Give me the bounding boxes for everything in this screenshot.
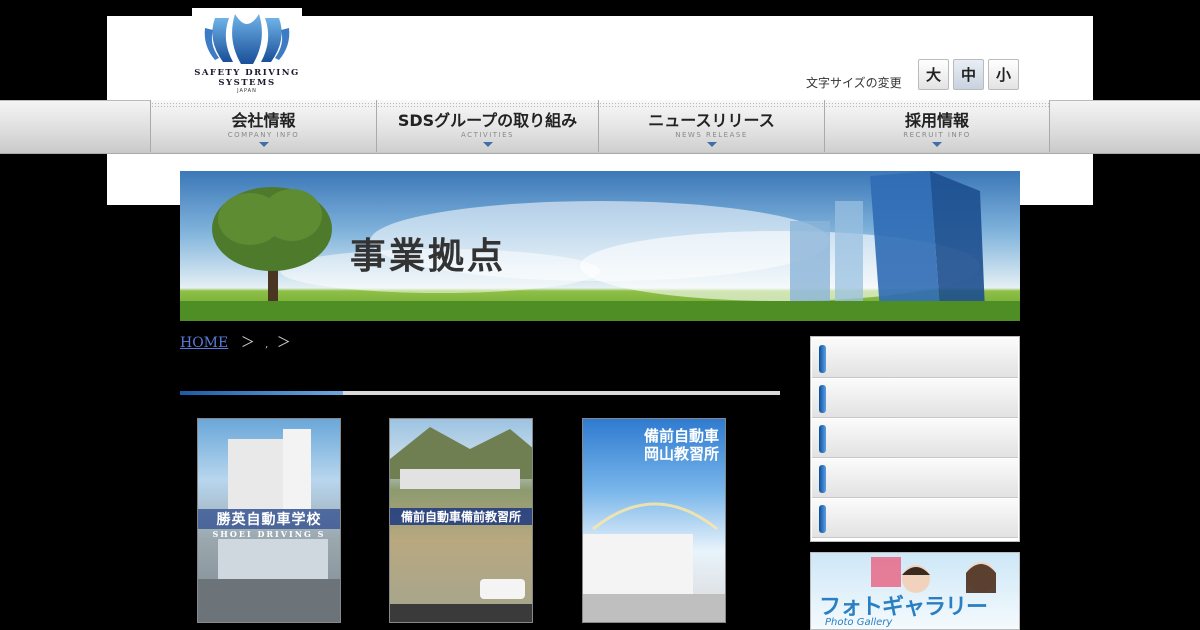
sidebar-item[interactable] (812, 499, 1018, 538)
nav-label: ニュースリリース (648, 111, 775, 130)
school-name: 勝英自動車学校 (198, 509, 340, 529)
breadcrumb-separator: ＞ (276, 335, 291, 351)
chevron-down-icon (258, 142, 269, 147)
font-size-small-button[interactable]: 小 (988, 59, 1019, 90)
school-card-bizen[interactable]: 備前自動車備前教習所 (389, 418, 533, 623)
bullet-icon (819, 465, 826, 493)
nav-label: 採用情報 (904, 111, 969, 130)
font-size-medium-button[interactable]: 中 (953, 59, 984, 90)
gallery-subtitle: Photo Gallery (825, 617, 893, 628)
bullet-icon (819, 505, 826, 533)
school-card-okayama[interactable]: 備前自動車 岡山教習所 (582, 418, 726, 623)
bullet-icon (819, 385, 826, 413)
page-title: 事業拠点 (350, 235, 507, 277)
page-banner: 事業拠点 (180, 171, 1020, 321)
font-size-label: 文字サイズの変更 (806, 76, 902, 90)
nav-label: SDSグループの取り組み (397, 111, 578, 130)
sidebar-item[interactable] (812, 459, 1018, 498)
nav-sublabel: ACTIVITIES (461, 131, 514, 139)
sidebar-item[interactable] (812, 339, 1018, 378)
photo-gallery-banner[interactable]: フォトギャラリー Photo Gallery (810, 552, 1020, 630)
breadcrumb-separator: ＞ (240, 335, 255, 351)
font-size-large-button[interactable]: 大 (918, 59, 949, 90)
school-name-line2: 岡山教習所 (643, 445, 719, 463)
section-divider (180, 391, 780, 395)
nav-sublabel: NEWS RELEASE (675, 131, 748, 139)
school-sub: SHOEI DRIVING S (212, 529, 326, 539)
company-logo[interactable]: SAFETY DRIVING SYSTEMS JAPAN (192, 8, 302, 100)
nav-item-news-release[interactable]: ニュースリリース NEWS RELEASE (598, 100, 825, 152)
sidebar-item[interactable] (812, 379, 1018, 418)
nav-sublabel: RECRUIT INFO (903, 131, 971, 139)
nav-item-recruit-info[interactable]: 採用情報 RECRUIT INFO (824, 100, 1050, 152)
nav-item-company-info[interactable]: 会社情報 COMPANY INFO (150, 100, 377, 152)
nav-item-activities[interactable]: SDSグループの取り組み ACTIVITIES (376, 100, 599, 152)
school-card-shoei[interactable]: 勝英自動車学校 SHOEI DRIVING S (197, 418, 341, 623)
chevron-down-icon (932, 142, 942, 147)
logo-line2: SYSTEMS (218, 78, 276, 88)
logo-emblem-icon (204, 14, 290, 64)
banner-scenery (180, 171, 1020, 321)
sidebar-item[interactable] (812, 419, 1018, 458)
school-name: 備前自動車備前教習所 (390, 508, 532, 525)
bullet-icon (819, 345, 826, 373)
breadcrumb: HOME ＞ , ＞ (180, 332, 291, 352)
logo-line1: SAFETY DRIVING (194, 68, 300, 78)
nav-sublabel: COMPANY INFO (227, 131, 300, 139)
logo-line3: JAPAN (237, 88, 257, 94)
sidebar-menu (810, 336, 1020, 542)
breadcrumb-home-link[interactable]: HOME (180, 335, 228, 351)
breadcrumb-item[interactable]: , (265, 339, 268, 350)
nav-label: 会社情報 (231, 111, 296, 130)
chevron-down-icon (482, 142, 493, 147)
bullet-icon (819, 425, 826, 453)
chevron-down-icon (706, 142, 717, 147)
